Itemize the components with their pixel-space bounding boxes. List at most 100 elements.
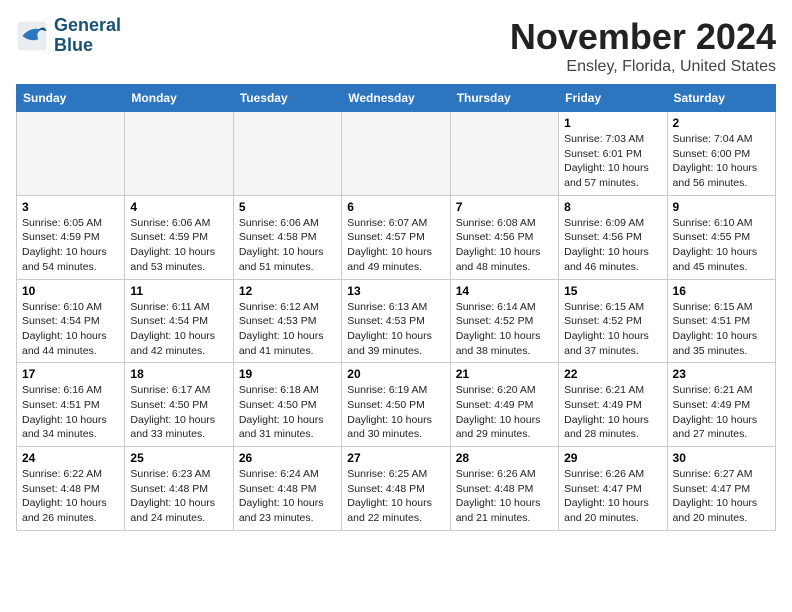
day-number: 5 (239, 200, 336, 214)
day-info: Sunrise: 6:14 AMSunset: 4:52 PMDaylight:… (456, 300, 553, 359)
calendar-cell: 1 Sunrise: 7:03 AMSunset: 6:01 PMDaylight… (559, 112, 667, 196)
calendar-cell: 24 Sunrise: 6:22 AMSunset: 4:48 PMDayligh… (17, 447, 125, 531)
day-number: 1 (564, 116, 661, 130)
calendar-cell (342, 112, 450, 196)
day-info: Sunrise: 7:03 AMSunset: 6:01 PMDaylight:… (564, 132, 661, 191)
calendar-week-row: 24 Sunrise: 6:22 AMSunset: 4:48 PMDayligh… (17, 447, 776, 531)
day-info: Sunrise: 6:12 AMSunset: 4:53 PMDaylight:… (239, 300, 336, 359)
calendar-cell: 16 Sunrise: 6:15 AMSunset: 4:51 PMDayligh… (667, 279, 775, 363)
calendar-week-row: 17 Sunrise: 6:16 AMSunset: 4:51 PMDayligh… (17, 363, 776, 447)
day-info: Sunrise: 6:05 AMSunset: 4:59 PMDaylight:… (22, 216, 119, 275)
day-info: Sunrise: 6:20 AMSunset: 4:49 PMDaylight:… (456, 383, 553, 442)
calendar-cell (125, 112, 233, 196)
day-number: 24 (22, 451, 119, 465)
calendar-cell: 27 Sunrise: 6:25 AMSunset: 4:48 PMDayligh… (342, 447, 450, 531)
day-number: 18 (130, 367, 227, 381)
day-number: 4 (130, 200, 227, 214)
day-number: 27 (347, 451, 444, 465)
location-title: Ensley, Florida, United States (510, 58, 776, 76)
day-number: 6 (347, 200, 444, 214)
day-number: 12 (239, 284, 336, 298)
calendar-cell: 9Sunrise: 6:10 AMSunset: 4:55 PMDaylight… (667, 195, 775, 279)
calendar-cell: 17 Sunrise: 6:16 AMSunset: 4:51 PMDayligh… (17, 363, 125, 447)
day-info: Sunrise: 6:10 AMSunset: 4:55 PMDaylight:… (673, 216, 770, 275)
calendar-cell: 5 Sunrise: 6:06 AMSunset: 4:58 PMDaylight… (233, 195, 341, 279)
day-info: Sunrise: 6:06 AMSunset: 4:58 PMDaylight:… (239, 216, 336, 275)
calendar-cell: 23Sunrise: 6:21 AMSunset: 4:49 PMDayligh… (667, 363, 775, 447)
day-number: 7 (456, 200, 553, 214)
weekday-header: Sunday (17, 85, 125, 112)
logo-text: General Blue (54, 16, 121, 56)
day-number: 23 (673, 367, 770, 381)
day-info: Sunrise: 6:10 AMSunset: 4:54 PMDaylight:… (22, 300, 119, 359)
day-number: 11 (130, 284, 227, 298)
month-title: November 2024 (510, 16, 776, 58)
calendar-cell: 12 Sunrise: 6:12 AMSunset: 4:53 PMDayligh… (233, 279, 341, 363)
calendar-cell: 28Sunrise: 6:26 AMSunset: 4:48 PMDayligh… (450, 447, 558, 531)
day-info: Sunrise: 6:17 AMSunset: 4:50 PMDaylight:… (130, 383, 227, 442)
calendar-cell: 25Sunrise: 6:23 AMSunset: 4:48 PMDayligh… (125, 447, 233, 531)
day-info: Sunrise: 6:24 AMSunset: 4:48 PMDaylight:… (239, 467, 336, 526)
weekday-header: Saturday (667, 85, 775, 112)
calendar-header-row: SundayMondayTuesdayWednesdayThursdayFrid… (17, 85, 776, 112)
calendar-cell: 11 Sunrise: 6:11 AMSunset: 4:54 PMDayligh… (125, 279, 233, 363)
logo: General Blue (16, 16, 121, 56)
day-info: Sunrise: 6:25 AMSunset: 4:48 PMDaylight:… (347, 467, 444, 526)
calendar-cell: 6Sunrise: 6:07 AMSunset: 4:57 PMDaylight… (342, 195, 450, 279)
logo-line2: Blue (54, 35, 93, 55)
calendar-cell: 13 Sunrise: 6:13 AMSunset: 4:53 PMDayligh… (342, 279, 450, 363)
day-info: Sunrise: 6:08 AMSunset: 4:56 PMDaylight:… (456, 216, 553, 275)
day-number: 22 (564, 367, 661, 381)
calendar-cell: 14 Sunrise: 6:14 AMSunset: 4:52 PMDayligh… (450, 279, 558, 363)
day-info: Sunrise: 6:27 AMSunset: 4:47 PMDaylight:… (673, 467, 770, 526)
weekday-header: Wednesday (342, 85, 450, 112)
calendar-week-row: 1 Sunrise: 7:03 AMSunset: 6:01 PMDaylight… (17, 112, 776, 196)
day-info: Sunrise: 6:18 AMSunset: 4:50 PMDaylight:… (239, 383, 336, 442)
day-number: 29 (564, 451, 661, 465)
day-number: 25 (130, 451, 227, 465)
day-number: 8 (564, 200, 661, 214)
weekday-header: Thursday (450, 85, 558, 112)
calendar-week-row: 10 Sunrise: 6:10 AMSunset: 4:54 PMDayligh… (17, 279, 776, 363)
calendar-cell: 7 Sunrise: 6:08 AMSunset: 4:56 PMDaylight… (450, 195, 558, 279)
day-info: Sunrise: 6:16 AMSunset: 4:51 PMDaylight:… (22, 383, 119, 442)
day-info: Sunrise: 7:04 AMSunset: 6:00 PMDaylight:… (673, 132, 770, 191)
calendar-week-row: 3 Sunrise: 6:05 AMSunset: 4:59 PMDaylight… (17, 195, 776, 279)
day-number: 30 (673, 451, 770, 465)
day-number: 21 (456, 367, 553, 381)
calendar-cell: 22 Sunrise: 6:21 AMSunset: 4:49 PMDayligh… (559, 363, 667, 447)
day-number: 26 (239, 451, 336, 465)
calendar-cell: 8Sunrise: 6:09 AMSunset: 4:56 PMDaylight… (559, 195, 667, 279)
calendar-cell: 21 Sunrise: 6:20 AMSunset: 4:49 PMDayligh… (450, 363, 558, 447)
day-info: Sunrise: 6:11 AMSunset: 4:54 PMDaylight:… (130, 300, 227, 359)
day-number: 15 (564, 284, 661, 298)
day-info: Sunrise: 6:13 AMSunset: 4:53 PMDaylight:… (347, 300, 444, 359)
calendar-cell: 20 Sunrise: 6:19 AMSunset: 4:50 PMDayligh… (342, 363, 450, 447)
day-info: Sunrise: 6:06 AMSunset: 4:59 PMDaylight:… (130, 216, 227, 275)
day-number: 20 (347, 367, 444, 381)
day-info: Sunrise: 6:15 AMSunset: 4:51 PMDaylight:… (673, 300, 770, 359)
calendar-cell: 3 Sunrise: 6:05 AMSunset: 4:59 PMDaylight… (17, 195, 125, 279)
day-number: 14 (456, 284, 553, 298)
day-number: 13 (347, 284, 444, 298)
day-info: Sunrise: 6:19 AMSunset: 4:50 PMDaylight:… (347, 383, 444, 442)
logo-line1: General (54, 15, 121, 35)
calendar-cell (17, 112, 125, 196)
day-number: 17 (22, 367, 119, 381)
calendar-cell: 2 Sunrise: 7:04 AMSunset: 6:00 PMDaylight… (667, 112, 775, 196)
weekday-header: Monday (125, 85, 233, 112)
title-block: November 2024 Ensley, Florida, United St… (510, 16, 776, 76)
day-number: 16 (673, 284, 770, 298)
calendar-cell (450, 112, 558, 196)
logo-icon (16, 20, 48, 52)
day-number: 2 (673, 116, 770, 130)
day-number: 3 (22, 200, 119, 214)
day-info: Sunrise: 6:22 AMSunset: 4:48 PMDaylight:… (22, 467, 119, 526)
day-number: 28 (456, 451, 553, 465)
calendar-cell: 26 Sunrise: 6:24 AMSunset: 4:48 PMDayligh… (233, 447, 341, 531)
day-info: Sunrise: 6:21 AMSunset: 4:49 PMDaylight:… (564, 383, 661, 442)
day-number: 10 (22, 284, 119, 298)
calendar: SundayMondayTuesdayWednesdayThursdayFrid… (16, 84, 776, 531)
calendar-cell: 15Sunrise: 6:15 AMSunset: 4:52 PMDayligh… (559, 279, 667, 363)
calendar-cell: 19Sunrise: 6:18 AMSunset: 4:50 PMDayligh… (233, 363, 341, 447)
